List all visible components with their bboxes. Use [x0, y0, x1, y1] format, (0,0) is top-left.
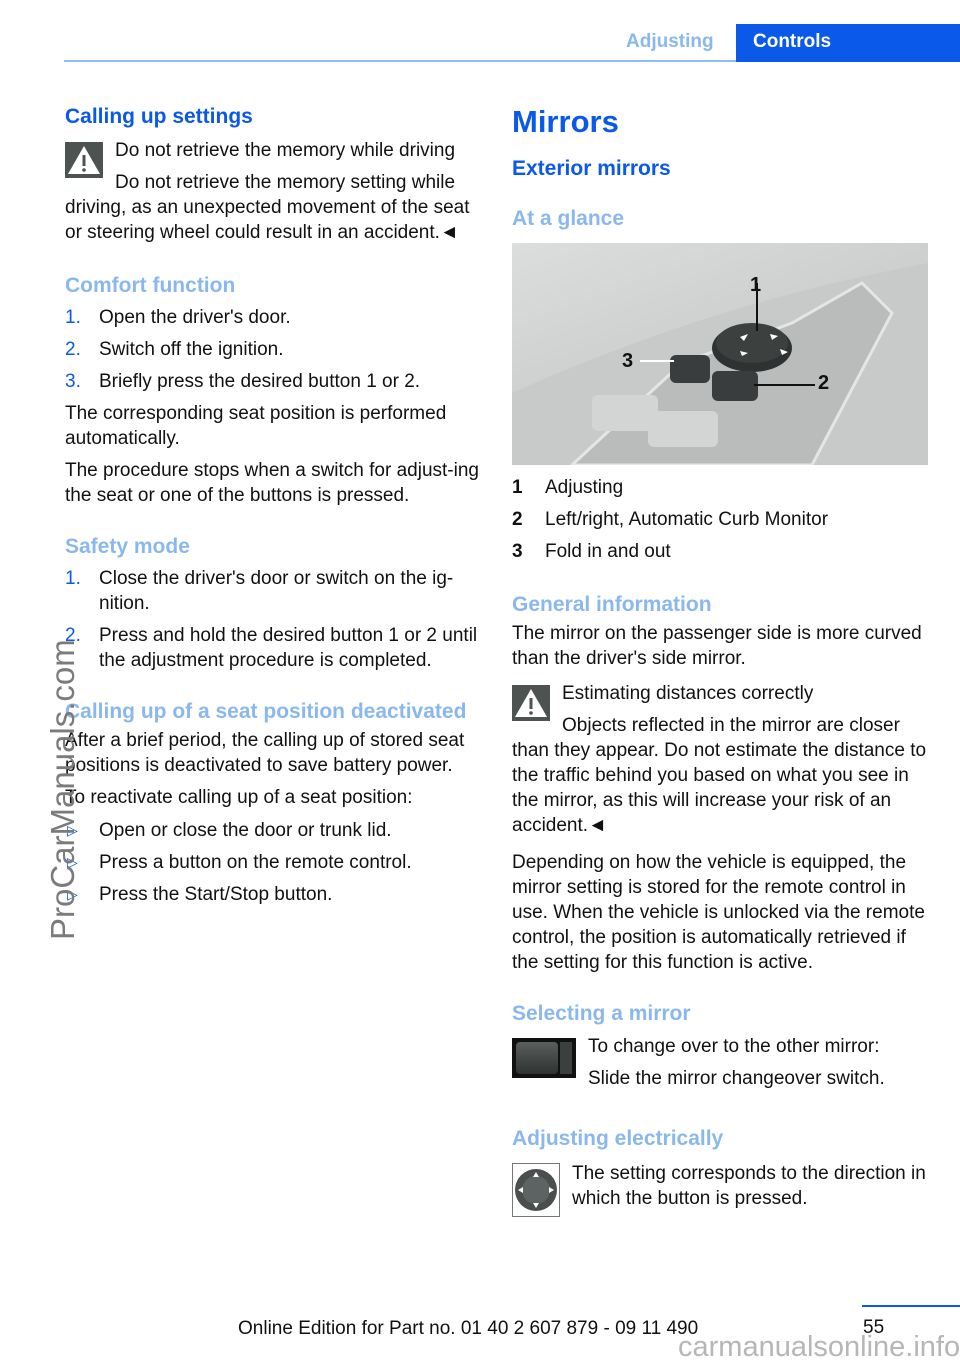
at-a-glance-heading: At a glance: [512, 207, 625, 230]
comfort-function-heading: Comfort function: [65, 274, 236, 297]
list-item: 1. Close the driver's door or switch on t…: [65, 568, 454, 614]
list-item: 2. Press and hold the desired button 1 or…: [65, 625, 478, 671]
mirror-controls-photo: 1 2 3: [512, 243, 928, 465]
list-item: 2. Switch off the ignition.: [65, 339, 284, 360]
paragraph: To reactivate calling up of a seat posit…: [65, 787, 413, 808]
calling-up-settings-heading: Calling up settings: [65, 105, 253, 128]
watermark-bottom: carmanualsonline.info: [678, 1331, 960, 1363]
selecting-line-2: Slide the mirror changeover switch.: [588, 1068, 885, 1089]
direction-pad-icon: [512, 1163, 560, 1217]
header-section: Adjusting: [626, 31, 714, 52]
adjusting-electrically-row: The setting corresponds to the direction…: [512, 1161, 932, 1218]
warning-title: Estimating distances correctly: [562, 683, 814, 704]
paragraph: The corresponding seat position is perfo…: [65, 403, 447, 449]
comfort-steps: 1. Open the driver's door. 2. Switch off t…: [65, 305, 483, 394]
adjusting-text: The setting corresponds to the direction…: [572, 1163, 926, 1209]
figure-callout-3: 3: [622, 350, 634, 372]
mirrors-title: Mirrors: [512, 104, 619, 139]
paragraph: Depending on how the vehicle is equipped…: [512, 852, 925, 973]
page-number-rule: [862, 1305, 960, 1307]
edition-footer: Online Edition for Part no. 01 40 2 607 …: [238, 1318, 699, 1339]
paragraph: After a brief period, the calling up of …: [65, 730, 465, 776]
left-column: Calling up settings Do not retrieve the …: [65, 104, 483, 914]
list-item: ▷ Press a button on the remote control.: [67, 852, 412, 873]
general-information-heading: General information: [512, 593, 712, 616]
paragraph: The procedure stops when a switch for ad…: [65, 460, 479, 506]
selecting-mirror-heading: Selecting a mirror: [512, 1002, 691, 1025]
legend-row: 2 Left/right, Automatic Curb Monitor: [512, 509, 829, 530]
header-rule: [64, 60, 736, 62]
adjusting-electrically-heading: Adjusting electrically: [512, 1127, 724, 1150]
selecting-mirror-row: To change over to the other mirror: Slid…: [512, 1034, 932, 1098]
warning-distances: Estimating distances correctly Objects r…: [512, 681, 932, 838]
list-item: 3. Briefly press the desired button 1 or …: [65, 371, 421, 392]
legend-row: 1 Adjusting: [512, 477, 624, 498]
exterior-mirrors-heading: Exterior mirrors: [512, 157, 671, 180]
list-item: 1. Open the driver's door.: [65, 307, 291, 328]
changeover-switch-icon: [512, 1038, 576, 1078]
deactivated-heading: Calling up of a seat position deactivate…: [65, 700, 467, 723]
right-column: Mirrors Exterior mirrors At a glance 1 2…: [512, 104, 932, 1218]
safety-steps: 1. Close the driver's door or switch on t…: [65, 566, 483, 673]
warning-memory: Do not retrieve the memory while driving…: [65, 138, 483, 245]
warning-text: Do not retrieve the memory setting while…: [65, 172, 470, 243]
reactivate-bullets: ▷ Open or close the door or trunk lid. ▷ P…: [65, 818, 483, 907]
warning-icon: [512, 685, 550, 721]
warning-title: Do not retrieve the memory while driving: [115, 140, 456, 161]
list-item: ▷ Open or close the door or trunk lid.: [67, 820, 392, 841]
paragraph: The mirror on the passenger side is more…: [512, 623, 922, 669]
warning-icon: [65, 142, 103, 178]
selecting-line-1: To change over to the other mirror:: [588, 1036, 880, 1057]
legend-row: 3 Fold in and out: [512, 541, 671, 562]
list-item: ▷ Press the Start/Stop button.: [67, 884, 333, 905]
warning-text: Objects reflected in the mirror are clos…: [512, 715, 927, 836]
watermark-side: ProCarManuals.com: [44, 639, 81, 940]
figure-callout-2: 2: [818, 372, 830, 394]
figure-callout-1: 1: [750, 274, 762, 296]
header-chapter-tab: Controls: [736, 24, 960, 62]
safety-mode-heading: Safety mode: [65, 535, 190, 558]
